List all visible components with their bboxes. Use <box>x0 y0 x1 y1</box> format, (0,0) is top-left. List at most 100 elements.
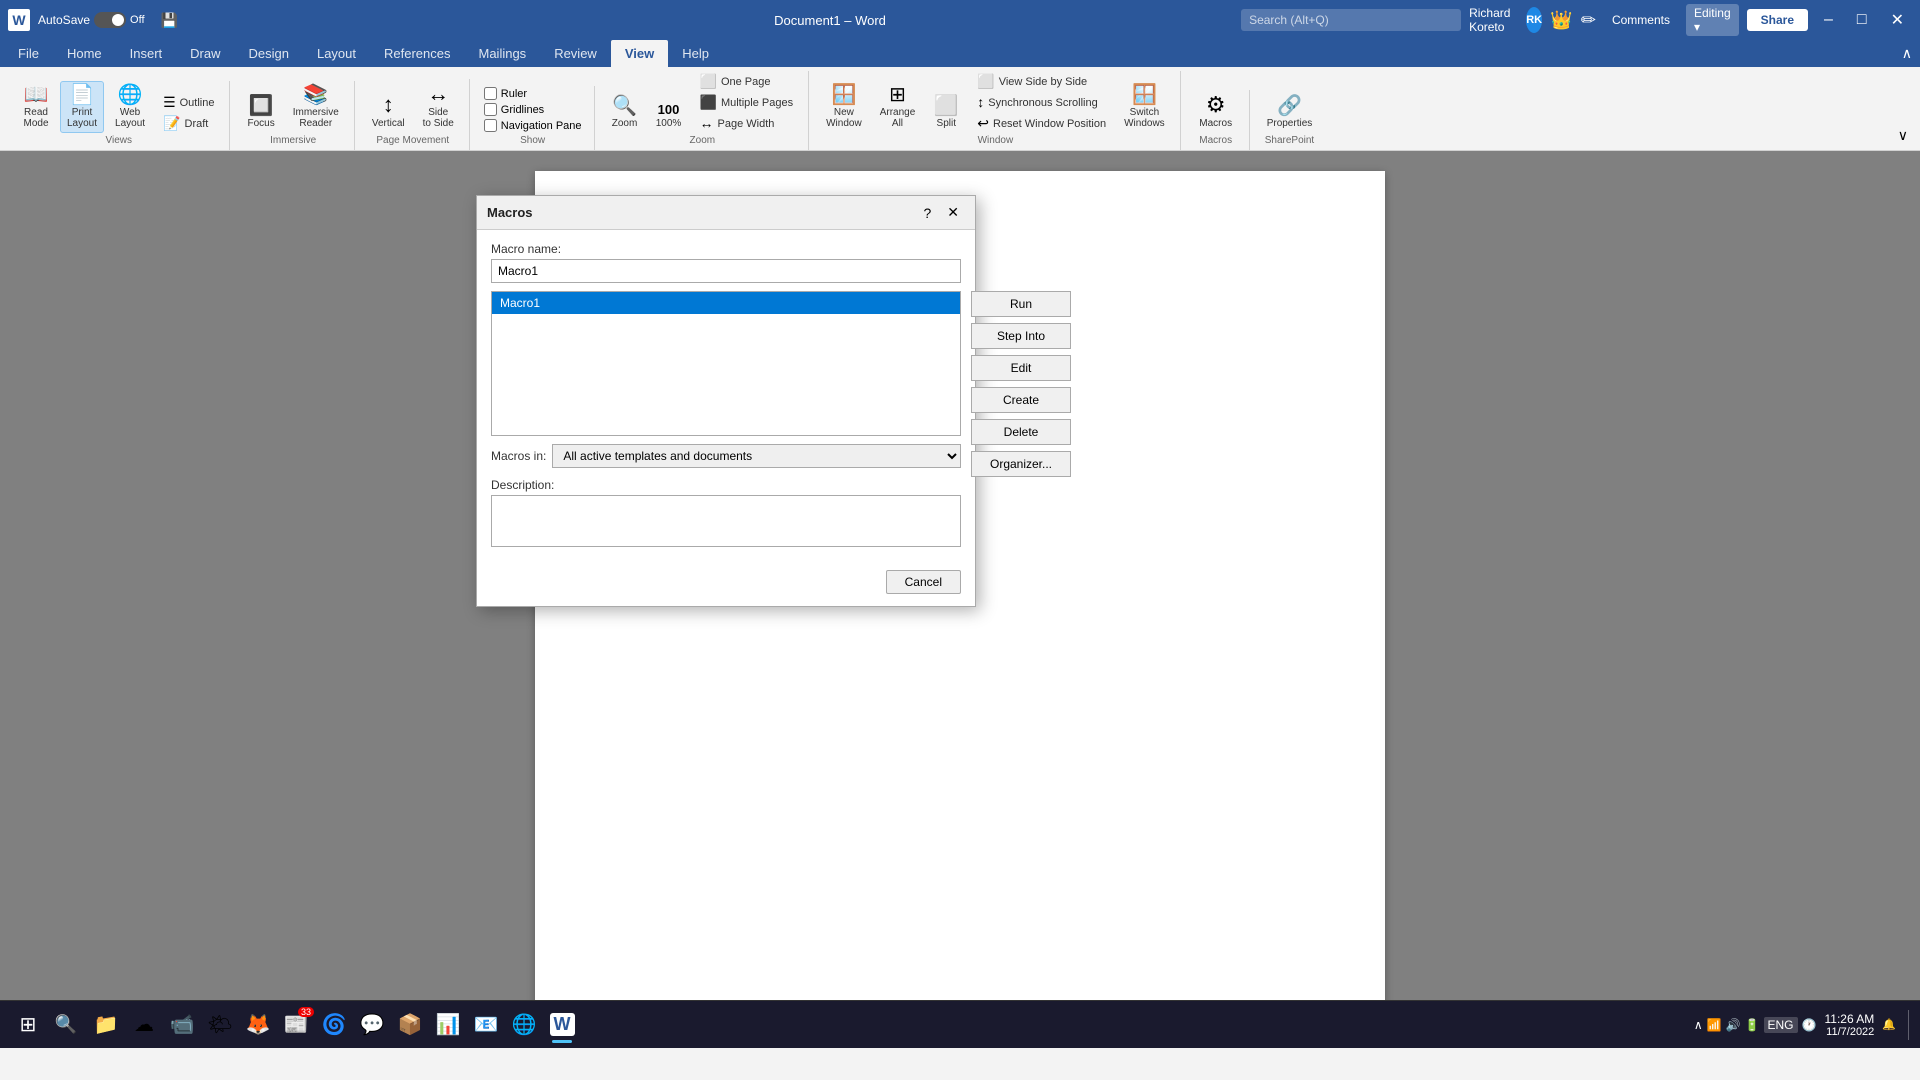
read-mode-button[interactable]: 📖 ReadMode <box>16 81 56 133</box>
dialog-help-button[interactable]: ? <box>917 202 937 223</box>
taskbar-item-edge[interactable]: 🌀 <box>316 1007 352 1043</box>
vertical-button[interactable]: ↕ Vertical <box>365 90 412 133</box>
gridlines-label: Gridlines <box>501 104 544 116</box>
step-into-button[interactable]: Step Into <box>971 323 1071 349</box>
tab-review[interactable]: Review <box>540 40 611 67</box>
tab-layout[interactable]: Layout <box>303 40 370 67</box>
close-button[interactable]: ✕ <box>1883 8 1912 32</box>
100pct-button[interactable]: 100 100% <box>649 99 689 133</box>
share-button[interactable]: Share <box>1747 9 1808 31</box>
split-label: Split <box>937 118 956 129</box>
gridlines-checkbox[interactable] <box>484 103 497 116</box>
taskbar-item-skype[interactable]: 💬 <box>354 1007 390 1043</box>
teams-icon: 📹 <box>170 1012 195 1037</box>
notification-bell-icon[interactable]: 🔔 <box>1882 1018 1896 1031</box>
gridlines-checkbox-row[interactable]: Gridlines <box>480 102 586 117</box>
navigation-pane-checkbox-row[interactable]: Navigation Pane <box>480 118 586 133</box>
tab-file[interactable]: File <box>4 40 53 67</box>
tab-draw[interactable]: Draw <box>176 40 234 67</box>
ruler-checkbox-row[interactable]: Ruler <box>480 86 586 101</box>
delete-button[interactable]: Delete <box>971 419 1071 445</box>
immersive-reader-button[interactable]: 📚 ImmersiveReader <box>286 81 346 133</box>
macros-button[interactable]: ⚙ Macros <box>1191 90 1241 133</box>
cancel-button[interactable]: Cancel <box>886 570 961 594</box>
tab-insert[interactable]: Insert <box>116 40 177 67</box>
tab-design[interactable]: Design <box>235 40 303 67</box>
arrange-all-button[interactable]: ⊞ ArrangeAll <box>873 81 923 133</box>
multiple-pages-button[interactable]: ⬛ Multiple Pages <box>693 92 801 112</box>
focus-button[interactable]: 🔲 Focus <box>240 92 281 133</box>
taskbar-item-word[interactable]: W <box>544 1007 580 1043</box>
macros-in-label: Macros in: <box>491 449 546 463</box>
properties-label: Properties <box>1267 118 1313 129</box>
vertical-icon: ↕ <box>383 94 394 116</box>
immersive-reader-icon: 📚 <box>303 85 328 105</box>
list-item[interactable]: Macro1 <box>492 292 960 314</box>
save-button[interactable]: 💾 <box>153 10 186 31</box>
maximize-button[interactable]: □ <box>1849 9 1875 31</box>
edit-button[interactable]: Edit <box>971 355 1071 381</box>
zoom-button[interactable]: 🔍 Zoom <box>605 92 645 133</box>
outline-button[interactable]: ☰ Outline <box>156 92 221 112</box>
ribbon-collapse-button[interactable]: ∧ <box>1894 40 1920 67</box>
taskbar-item-teams[interactable]: 📹 <box>164 1007 200 1043</box>
split-button[interactable]: ⬜ Split <box>926 92 966 133</box>
multiple-pages-icon: ⬛ <box>700 95 717 109</box>
tab-help[interactable]: Help <box>668 40 723 67</box>
run-button[interactable]: Run <box>971 291 1071 317</box>
macro-name-input[interactable] <box>491 259 961 283</box>
sharepoint-group-items: 🔗 Properties <box>1260 92 1320 133</box>
page-width-button[interactable]: ↔ Page Width <box>693 113 801 133</box>
tab-mailings[interactable]: Mailings <box>465 40 541 67</box>
navigation-pane-checkbox[interactable] <box>484 119 497 132</box>
reset-window-position-button[interactable]: ↩ Reset Window Position <box>970 113 1113 133</box>
web-layout-button[interactable]: 🌐 WebLayout <box>108 81 152 133</box>
synchronous-scrolling-button[interactable]: ↕ Synchronous Scrolling <box>970 92 1113 112</box>
create-button[interactable]: Create <box>971 387 1071 413</box>
web-layout-icon: 🌐 <box>118 85 143 105</box>
autosave-toggle[interactable] <box>94 12 126 28</box>
print-layout-button[interactable]: 📄 PrintLayout <box>60 81 104 133</box>
tab-home[interactable]: Home <box>53 40 116 67</box>
autosave-area: AutoSave Off <box>38 12 145 28</box>
immersive-group-items: 🔲 Focus 📚 ImmersiveReader <box>240 81 345 133</box>
side-to-side-button[interactable]: ↔ Sideto Side <box>416 79 461 133</box>
chevron-up-icon[interactable]: ∧ <box>1694 1018 1703 1032</box>
macros-in-select[interactable]: All active templates and documents Norma… <box>552 444 961 468</box>
tab-view[interactable]: View <box>611 40 668 67</box>
taskbar-item-weather[interactable]: 🌤 <box>202 1007 238 1043</box>
print-layout-label: PrintLayout <box>67 107 97 129</box>
taskbar-item-firefox[interactable]: 🦊 <box>240 1007 276 1043</box>
taskbar-item-news[interactable]: 📰 33 <box>278 1007 314 1043</box>
switch-windows-button[interactable]: 🪟 SwitchWindows <box>1117 81 1172 133</box>
comments-button[interactable]: Comments <box>1604 11 1678 29</box>
ribbon-expand-button[interactable]: ∨ <box>1894 125 1912 146</box>
word-icon: W <box>550 1013 575 1036</box>
dialog-close-button[interactable]: ✕ <box>941 202 965 223</box>
taskbar-item-files[interactable]: 📁 <box>88 1007 124 1043</box>
taskbar-item-excel[interactable]: 📊 <box>430 1007 466 1043</box>
draft-label: Draft <box>185 118 209 130</box>
taskbar-item-outlook[interactable]: 📧 <box>468 1007 504 1043</box>
tab-references[interactable]: References <box>370 40 464 67</box>
editing-badge[interactable]: Editing ▾ <box>1686 4 1739 36</box>
start-button[interactable]: ⊞ <box>8 1005 48 1045</box>
synchronous-scrolling-icon: ↕ <box>977 95 984 109</box>
search-input[interactable] <box>1241 9 1461 31</box>
new-window-button[interactable]: 🪟 NewWindow <box>819 81 869 133</box>
taskbar-item-chrome[interactable]: 🌐 <box>506 1007 542 1043</box>
organizer-button[interactable]: Organizer... <box>971 451 1071 477</box>
description-textarea[interactable] <box>491 495 961 547</box>
draft-button[interactable]: 📝 Draft <box>156 113 221 133</box>
view-side-by-side-button[interactable]: ⬜ View Side by Side <box>970 71 1113 91</box>
word-logo: W <box>8 9 30 31</box>
one-page-button[interactable]: ⬜ One Page <box>693 71 801 91</box>
taskbar-item-apps[interactable]: 📦 <box>392 1007 428 1043</box>
taskbar-item-onedrive[interactable]: ☁ <box>126 1007 162 1043</box>
pen-icon: ✏ <box>1581 10 1596 31</box>
minimize-button[interactable]: – <box>1816 9 1841 31</box>
taskbar-search-button[interactable]: 🔍 <box>48 1007 84 1043</box>
properties-button[interactable]: 🔗 Properties <box>1260 92 1320 133</box>
show-desktop-button[interactable] <box>1908 1010 1912 1040</box>
ruler-checkbox[interactable] <box>484 87 497 100</box>
